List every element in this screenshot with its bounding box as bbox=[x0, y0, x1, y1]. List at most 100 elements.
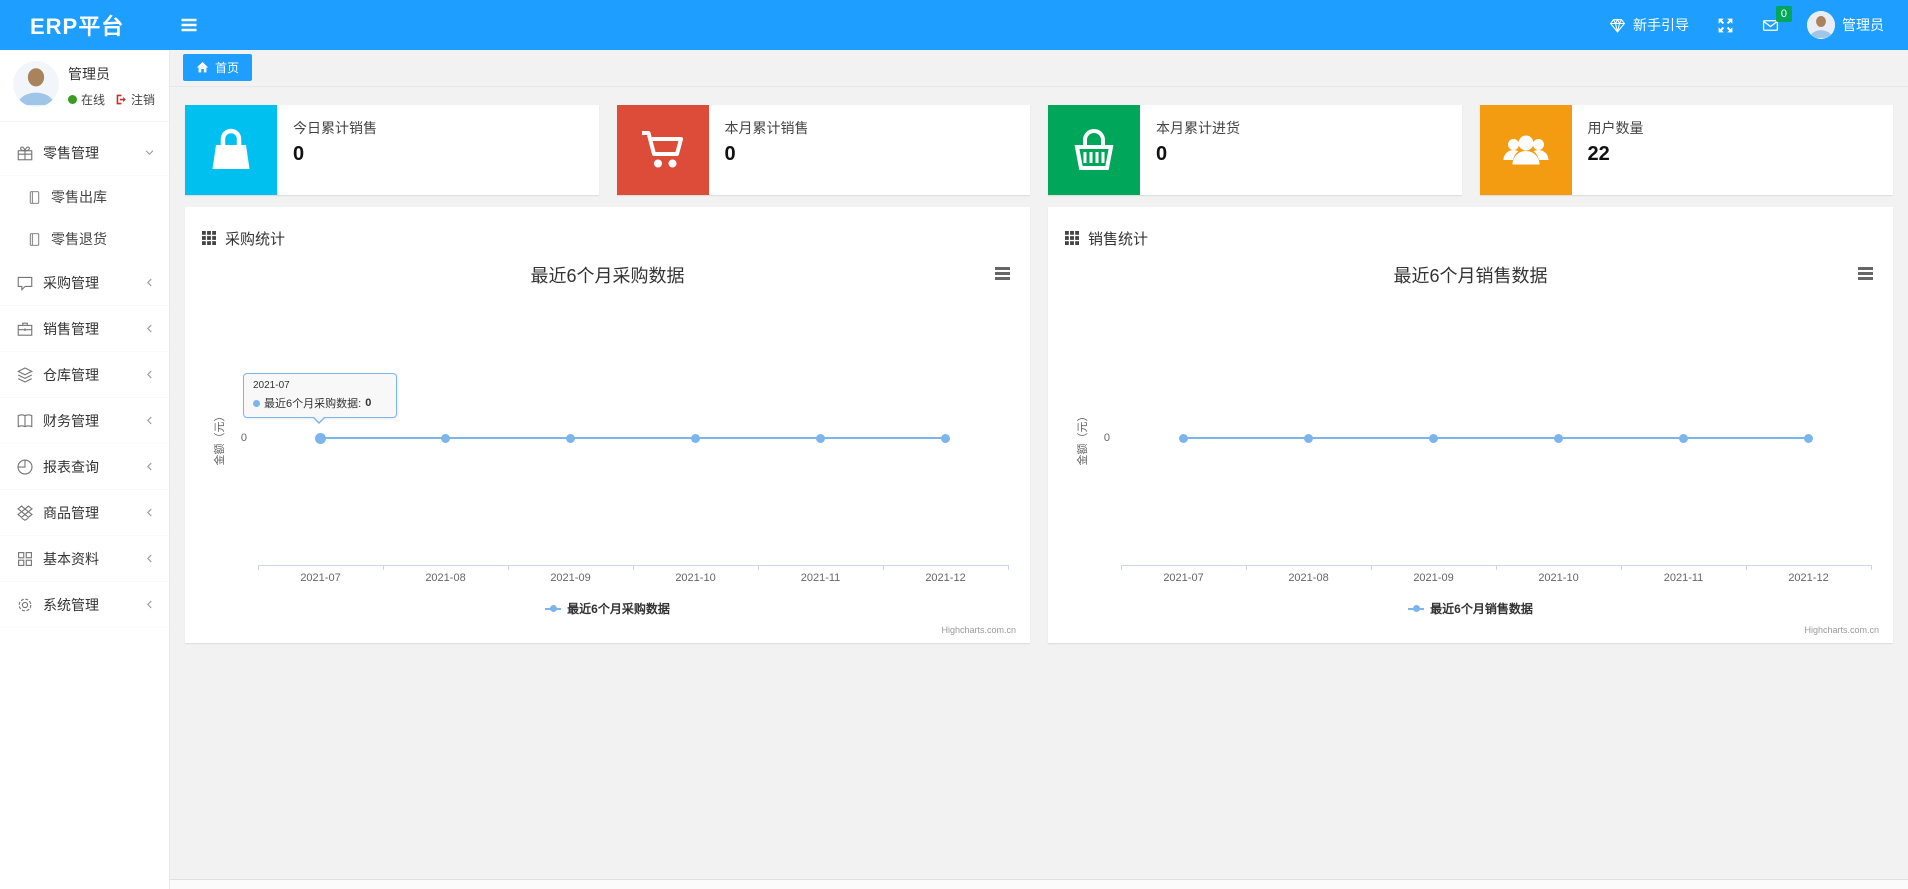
fullscreen-button[interactable] bbox=[1717, 17, 1734, 34]
data-point[interactable] bbox=[566, 433, 575, 443]
chart-export-menu-icon[interactable] bbox=[1858, 267, 1873, 280]
user-menu[interactable]: 管理员 bbox=[1807, 11, 1884, 39]
chevron-left-icon bbox=[144, 277, 155, 288]
logout-icon bbox=[115, 93, 128, 106]
data-point[interactable] bbox=[1554, 433, 1563, 443]
sidebar-item-retail[interactable]: 零售管理 bbox=[0, 130, 169, 176]
sidebar-item-label: 商品管理 bbox=[43, 504, 99, 521]
data-point[interactable] bbox=[441, 433, 450, 443]
tab-home[interactable]: 首页 bbox=[183, 54, 253, 81]
pie-icon bbox=[16, 458, 34, 476]
guide-label: 新手引导 bbox=[1633, 17, 1689, 33]
stat-card-body: 用户数量 22 bbox=[1572, 105, 1660, 195]
data-point[interactable] bbox=[1179, 433, 1188, 443]
sidebar-item-basic[interactable]: 基本资料 bbox=[0, 536, 169, 582]
cart-icon bbox=[616, 105, 709, 195]
brand: ERP平台 bbox=[30, 14, 125, 39]
sidebar-item-label: 报表查询 bbox=[43, 458, 99, 475]
footer bbox=[170, 879, 1908, 889]
highcharts-credit-link[interactable]: Highcharts.com.cn bbox=[1804, 625, 1879, 635]
data-point[interactable] bbox=[315, 432, 326, 444]
data-point[interactable] bbox=[1804, 433, 1813, 443]
stat-card-value: 22 bbox=[1587, 143, 1610, 165]
th-grid-icon bbox=[201, 230, 217, 246]
x-axis-tick bbox=[383, 565, 384, 570]
chart-canvas: 最近6个月销售数据 金额（元） 0 2021-07 2021-08 2021-09 2021… bbox=[1060, 254, 1881, 642]
sidebar-item-purchase[interactable]: 采购管理 bbox=[0, 260, 169, 306]
hamburger-icon[interactable] bbox=[179, 15, 199, 35]
sidebar-item-label: 基本资料 bbox=[43, 550, 99, 567]
data-point[interactable] bbox=[1679, 433, 1688, 443]
data-point[interactable] bbox=[691, 433, 700, 443]
stat-card-value: 0 bbox=[724, 143, 736, 165]
tooltip-series-label: 最近6个月采购数据: bbox=[264, 398, 362, 410]
y-axis-tick-label: 0 bbox=[1103, 432, 1110, 444]
x-axis-label: 2021-07 bbox=[300, 572, 341, 584]
chevron-left-icon bbox=[144, 369, 155, 380]
x-axis-label: 2021-11 bbox=[800, 572, 841, 584]
top-navbar: ERP平台 新手引导 0 管理员 bbox=[0, 0, 1908, 50]
legend-item[interactable]: 最近6个月销售数据 bbox=[1408, 600, 1533, 617]
home-icon bbox=[196, 61, 209, 74]
basket-icon bbox=[1048, 105, 1140, 195]
sidebar-item-finance[interactable]: 财务管理 bbox=[0, 398, 169, 444]
tab-label: 首页 bbox=[215, 61, 240, 75]
guide-button[interactable]: 新手引导 bbox=[1609, 15, 1689, 35]
sidebar-item-label: 零售管理 bbox=[43, 144, 99, 161]
messages-button[interactable]: 0 bbox=[1762, 5, 1792, 34]
stat-card-label: 用户数量 bbox=[1587, 120, 1644, 136]
grid-icon bbox=[16, 550, 34, 568]
highcharts-credit-link[interactable]: Highcharts.com.cn bbox=[941, 625, 1016, 635]
chat-icon bbox=[16, 274, 34, 292]
chart-export-menu-icon[interactable] bbox=[995, 267, 1010, 280]
bag-icon bbox=[185, 105, 277, 195]
chart-panel-1: 销售统计最近6个月销售数据 金额（元） 0 2021-07 2021-08 2021-09… bbox=[1048, 207, 1893, 643]
sidebar-subitem-retail-out[interactable]: 零售出库 bbox=[0, 176, 169, 218]
sidebar-item-warehouse[interactable]: 仓库管理 bbox=[0, 352, 169, 398]
sidebar-user-panel: 管理员 在线 注销 bbox=[0, 50, 169, 122]
stat-card-body: 今日累计销售 0 bbox=[277, 105, 393, 195]
chevron-left-icon bbox=[144, 323, 155, 334]
x-axis-tick bbox=[1371, 565, 1372, 570]
legend-marker-icon bbox=[1408, 604, 1425, 613]
stat-cards-row: 今日累计销售 0 本月累计销售 0 本月累计进货 0 用户数量 22 bbox=[185, 105, 1893, 195]
fullscreen-icon bbox=[1717, 17, 1734, 34]
legend-label: 最近6个月销售数据 bbox=[1430, 602, 1533, 616]
avatar bbox=[1807, 11, 1835, 39]
sidebar-item-goods[interactable]: 商品管理 bbox=[0, 490, 169, 536]
online-status-dot bbox=[68, 95, 77, 104]
x-axis-label: 2021-12 bbox=[925, 572, 966, 584]
series-line bbox=[320, 437, 946, 439]
data-point[interactable] bbox=[941, 433, 950, 443]
stat-card-body: 本月累计进货 0 bbox=[1140, 105, 1256, 195]
data-point[interactable] bbox=[1304, 433, 1313, 443]
legend-label: 最近6个月采购数据 bbox=[567, 602, 670, 616]
sidebar-subitem-retail-return[interactable]: 零售退货 bbox=[0, 218, 169, 260]
main-content: 首页 今日累计销售 0 本月累计销售 0 本月累计进货 0 用户数量 22 采购统计 最近6个月… bbox=[170, 50, 1908, 889]
data-point[interactable] bbox=[816, 433, 825, 443]
chart-legend: 最近6个月销售数据 bbox=[1060, 600, 1881, 617]
sidebar-user-name: 管理员 bbox=[68, 66, 110, 82]
sidebar-subitem-label: 零售退货 bbox=[51, 231, 107, 247]
x-axis-tick bbox=[258, 565, 259, 570]
logout-label: 注销 bbox=[131, 93, 156, 107]
chevron-left-icon bbox=[144, 599, 155, 610]
chart-title: 最近6个月销售数据 bbox=[1393, 266, 1548, 286]
series-line bbox=[1183, 437, 1809, 439]
stat-card-label: 本月累计进货 bbox=[1156, 120, 1240, 136]
sidebar-item-report[interactable]: 报表查询 bbox=[0, 444, 169, 490]
sidebar-item-sales[interactable]: 销售管理 bbox=[0, 306, 169, 352]
sidebar-menu: 零售管理零售出库零售退货采购管理 销售管理 仓库管理 财务管理报表查询商品管理基本资料… bbox=[0, 130, 169, 628]
sidebar-item-system[interactable]: 系统管理 bbox=[0, 582, 169, 628]
stat-card-label: 今日累计销售 bbox=[293, 120, 377, 136]
x-axis-tick bbox=[1246, 565, 1247, 570]
panel-title: 采购统计 bbox=[225, 230, 286, 248]
tooltip-date: 2021-07 bbox=[253, 380, 290, 391]
logout-button[interactable]: 注销 bbox=[115, 91, 155, 108]
legend-item[interactable]: 最近6个月采购数据 bbox=[545, 600, 670, 617]
legend-marker-icon bbox=[545, 604, 562, 613]
doc-icon bbox=[27, 232, 42, 247]
data-point[interactable] bbox=[1429, 433, 1438, 443]
panel-title: 销售统计 bbox=[1088, 230, 1149, 248]
briefcase-icon bbox=[16, 320, 34, 338]
